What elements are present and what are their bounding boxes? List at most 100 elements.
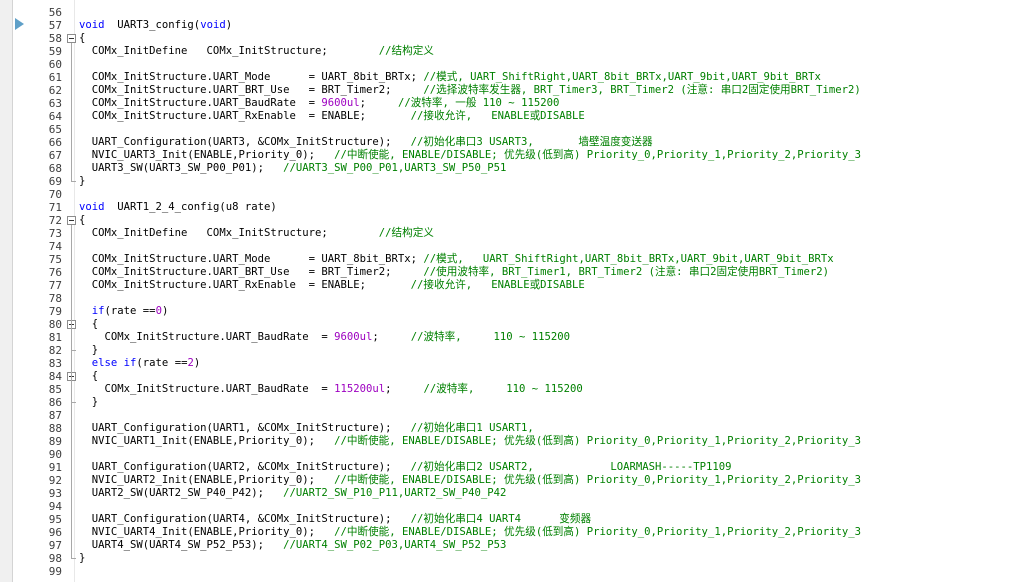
code-line[interactable]: 63 COMx_InitStructure.UART_BaudRate = 96… xyxy=(0,97,1017,110)
code-text: { xyxy=(79,214,85,227)
line-number: 83 xyxy=(48,357,62,370)
code-line[interactable]: 94 xyxy=(0,500,1017,513)
code-line[interactable]: 67 NVIC_UART3_Init(ENABLE,Priority_0); /… xyxy=(0,149,1017,162)
code-line[interactable]: 97 UART4_SW(UART4_SW_P52_P53); //UART4_S… xyxy=(0,539,1017,552)
line-number: 82 xyxy=(48,344,62,357)
line-number: 91 xyxy=(48,461,62,474)
code-line[interactable]: 93 UART2_SW(UART2_SW_P40_P42); //UART2_S… xyxy=(0,487,1017,500)
code-line[interactable]: 73 COMx_InitDefine COMx_InitStructure; /… xyxy=(0,227,1017,240)
fold-collapse-icon[interactable] xyxy=(67,216,76,225)
code-line[interactable]: 82 } xyxy=(0,344,1017,357)
code-line[interactable]: 74 xyxy=(0,240,1017,253)
code-token: ) xyxy=(161,305,169,317)
code-token: NVIC_UART2_Init(ENABLE,Priority_0); xyxy=(79,474,335,486)
code-line[interactable]: 80 { xyxy=(0,318,1017,331)
line-number: 87 xyxy=(48,409,62,422)
line-number: 81 xyxy=(48,331,62,344)
code-comment: //中断使能, ENABLE/DISABLE; 优先级(低到高) Priorit… xyxy=(334,526,862,538)
code-line[interactable]: 76 COMx_InitStructure.UART_BRT_Use = BRT… xyxy=(0,266,1017,279)
code-line[interactable]: 56 xyxy=(0,6,1017,19)
code-text: NVIC_UART2_Init(ENABLE,Priority_0); //中断… xyxy=(79,474,861,487)
code-line[interactable]: 61 COMx_InitStructure.UART_Mode = UART_8… xyxy=(0,71,1017,84)
line-number: 77 xyxy=(48,279,62,292)
line-number: 97 xyxy=(48,539,62,552)
code-token: COMx_InitStructure.UART_Mode = UART_8bit… xyxy=(79,71,424,83)
code-text: void UART3_config(void) xyxy=(79,19,232,32)
code-token: } xyxy=(79,175,86,187)
code-line[interactable]: 66 UART_Configuration(UART3, &COMx_InitS… xyxy=(0,136,1017,149)
code-line[interactable]: 70 xyxy=(0,188,1017,201)
code-line[interactable]: 85 COMx_InitStructure.UART_BaudRate = 11… xyxy=(0,383,1017,396)
code-token: COMx_InitStructure.UART_RxEnable = ENABL… xyxy=(79,110,411,122)
code-line[interactable]: 69} xyxy=(0,175,1017,188)
code-text: COMx_InitStructure.UART_Mode = UART_8bit… xyxy=(79,253,834,266)
fold-collapse-icon[interactable] xyxy=(67,34,76,43)
line-number: 63 xyxy=(48,97,62,110)
line-number: 69 xyxy=(48,175,62,188)
code-line[interactable]: 81 COMx_InitStructure.UART_BaudRate = 96… xyxy=(0,331,1017,344)
code-text: { xyxy=(79,32,85,45)
code-token: ; xyxy=(372,331,411,343)
fold-guide-line xyxy=(71,43,72,182)
code-line[interactable]: 79 if(rate ==0) xyxy=(0,305,1017,318)
code-line[interactable]: 65 xyxy=(0,123,1017,136)
code-text: COMx_InitStructure.UART_BRT_Use = BRT_Ti… xyxy=(79,266,829,279)
code-line[interactable]: 90 xyxy=(0,448,1017,461)
code-line[interactable]: 75 COMx_InitStructure.UART_Mode = UART_8… xyxy=(0,253,1017,266)
fold-guide-line xyxy=(71,381,72,403)
code-line[interactable]: 72 { xyxy=(0,214,1017,227)
line-number: 92 xyxy=(48,474,62,487)
code-editor[interactable]: 56 57 void UART3_config(void) 58 {59 COMx_In… xyxy=(0,0,1017,582)
code-text: UART2_SW(UART2_SW_P40_P42); //UART2_SW_P… xyxy=(79,487,507,500)
code-line[interactable]: 60 xyxy=(0,58,1017,71)
code-text: NVIC_UART1_Init(ENABLE,Priority_0); //中断… xyxy=(79,435,861,448)
code-line[interactable]: 58 { xyxy=(0,32,1017,45)
code-token: ; xyxy=(359,97,398,109)
code-line[interactable]: 78 xyxy=(0,292,1017,305)
code-line[interactable]: 84 { xyxy=(0,370,1017,383)
code-line[interactable]: 98} xyxy=(0,552,1017,565)
code-comment: //中断使能, ENABLE/DISABLE; 优先级(低到高) Priorit… xyxy=(334,474,862,486)
code-token: } xyxy=(79,344,99,356)
line-number: 76 xyxy=(48,266,62,279)
code-line[interactable]: 77 COMx_InitStructure.UART_RxEnable = EN… xyxy=(0,279,1017,292)
line-number: 67 xyxy=(48,149,62,162)
code-text: COMx_InitStructure.UART_BaudRate = 9600u… xyxy=(79,97,560,110)
line-number: 68 xyxy=(48,162,62,175)
code-comment: //初始化串口1 USART1, xyxy=(410,422,534,434)
code-line[interactable]: 57 void UART3_config(void) xyxy=(0,19,1017,32)
code-token: COMx_InitStructure.UART_Mode = UART_8bit… xyxy=(79,253,424,265)
code-line[interactable]: 99 xyxy=(0,565,1017,578)
code-line[interactable]: 92 NVIC_UART2_Init(ENABLE,Priority_0); /… xyxy=(0,474,1017,487)
code-token: NVIC_UART4_Init(ENABLE,Priority_0); xyxy=(79,526,335,538)
code-line[interactable]: 59 COMx_InitDefine COMx_InitStructure; /… xyxy=(0,45,1017,58)
code-line[interactable]: 83 else if(rate ==2) xyxy=(0,357,1017,370)
code-token: (rate == xyxy=(104,305,156,317)
line-number: 71 xyxy=(48,201,62,214)
code-keyword: void xyxy=(200,19,226,31)
code-text: void UART1_2_4_config(u8 rate) xyxy=(79,201,277,214)
code-line[interactable]: 95 UART_Configuration(UART4, &COMx_InitS… xyxy=(0,513,1017,526)
code-text: COMx_InitStructure.UART_BaudRate = 11520… xyxy=(79,383,583,396)
code-line[interactable]: 87 xyxy=(0,409,1017,422)
code-line[interactable]: 88 UART_Configuration(UART1, &COMx_InitS… xyxy=(0,422,1017,435)
code-text: COMx_InitStructure.UART_BaudRate = 9600u… xyxy=(79,331,571,344)
code-line[interactable]: 96 NVIC_UART4_Init(ENABLE,Priority_0); /… xyxy=(0,526,1017,539)
code-token: { xyxy=(79,214,86,226)
code-line[interactable]: 71 void UART1_2_4_config(u8 rate) xyxy=(0,201,1017,214)
code-token: { xyxy=(79,370,99,382)
line-number: 66 xyxy=(48,136,62,149)
code-line[interactable]: 68 UART3_SW(UART3_SW_P00_P01); //UART3_S… xyxy=(0,162,1017,175)
code-comment: //中断使能, ENABLE/DISABLE; 优先级(低到高) Priorit… xyxy=(334,149,862,161)
code-line[interactable]: 64 COMx_InitStructure.UART_RxEnable = EN… xyxy=(0,110,1017,123)
code-token: UART2_SW(UART2_SW_P40_P42); xyxy=(79,487,284,499)
code-line[interactable]: 86 } xyxy=(0,396,1017,409)
code-line[interactable]: 91 UART_Configuration(UART2, &COMx_InitS… xyxy=(0,461,1017,474)
code-comment: //中断使能, ENABLE/DISABLE; 优先级(低到高) Priorit… xyxy=(334,435,862,447)
code-token: UART_Configuration(UART1, &COMx_InitStru… xyxy=(79,422,411,434)
code-token: { xyxy=(79,318,99,330)
code-comment: //UART4_SW_P02_P03,UART4_SW_P52_P53 xyxy=(283,539,507,551)
code-line[interactable]: 89 NVIC_UART1_Init(ENABLE,Priority_0); /… xyxy=(0,435,1017,448)
code-token: COMx_InitDefine COMx_InitStructure; xyxy=(79,45,379,57)
code-line[interactable]: 62 COMx_InitStructure.UART_BRT_Use = BRT… xyxy=(0,84,1017,97)
